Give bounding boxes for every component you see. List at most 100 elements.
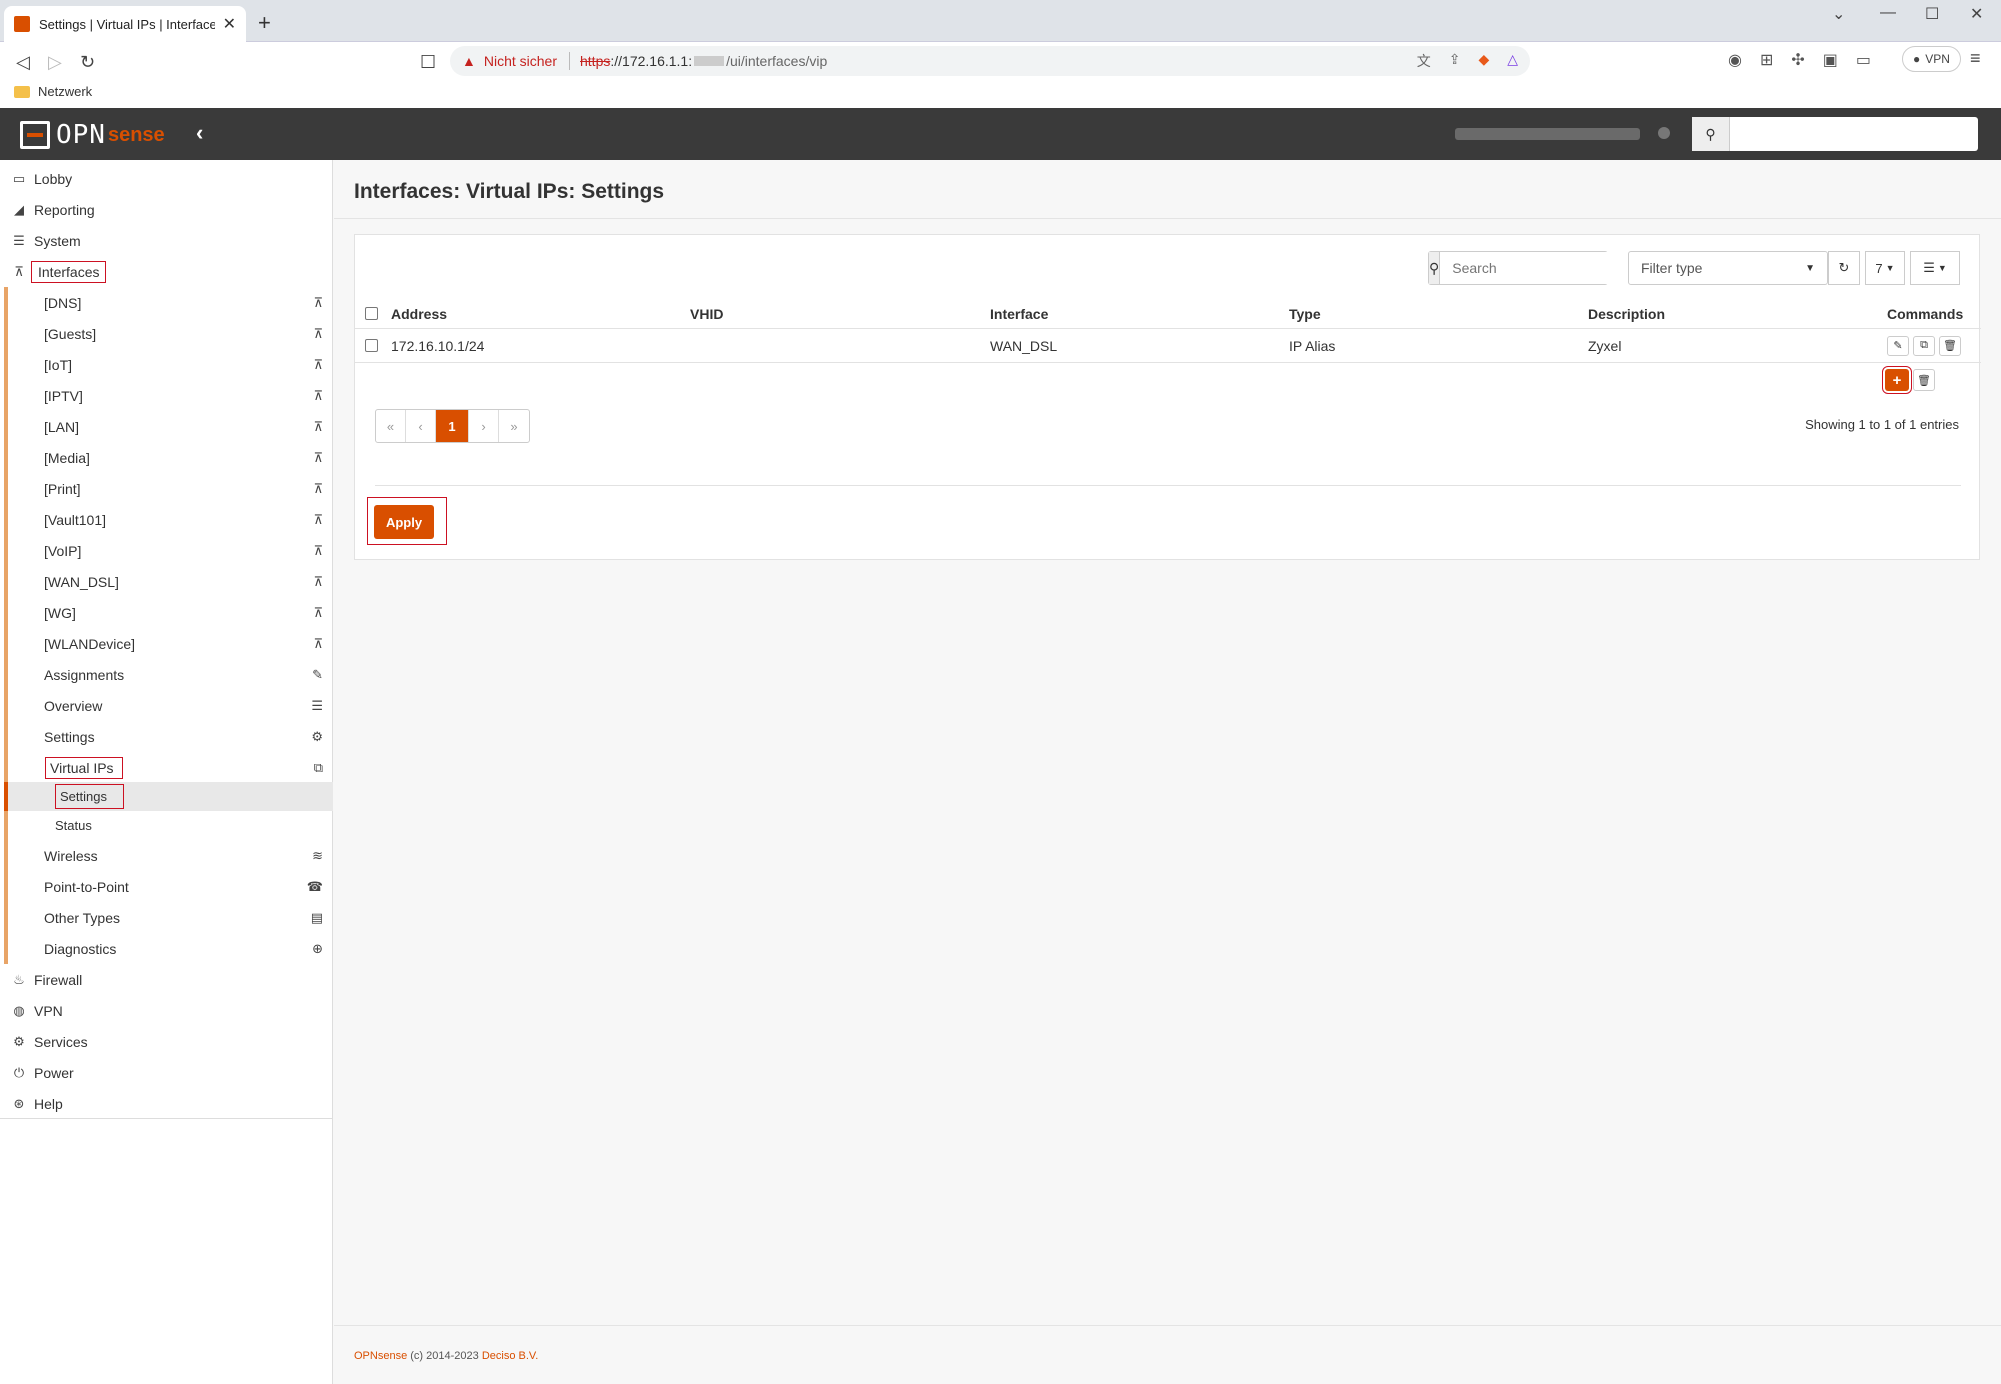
select-all-checkbox[interactable] — [365, 307, 378, 320]
sidebar-item-vip-status[interactable]: Status — [4, 811, 333, 840]
sidebar-item-help[interactable]: ⊛ Help — [0, 1088, 333, 1119]
cell-address: 172.16.10.1/24 — [391, 337, 485, 354]
plus-icon: + — [1892, 371, 1902, 389]
reload-icon[interactable]: ↻ — [80, 52, 95, 73]
wallet-icon[interactable]: ▭ — [1856, 50, 1871, 70]
refresh-button[interactable]: ↻ — [1828, 251, 1860, 285]
favicon-icon — [14, 16, 30, 32]
pager-prev[interactable]: ‹ — [406, 410, 436, 442]
sidebar-item-wlandevice[interactable]: [WLANDevice] ⊼ — [4, 628, 333, 659]
share-icon[interactable]: ⇪ — [1449, 51, 1461, 71]
sidebar-item-wg[interactable]: [WG] ⊼ — [4, 597, 333, 628]
status-dot[interactable] — [1658, 127, 1670, 139]
table-row[interactable]: 172.16.10.1/24 WAN_DSL IP Alias Zyxel ✎ … — [355, 329, 1981, 363]
bookmark-folder[interactable]: Netzwerk — [14, 84, 92, 99]
pager-first[interactable]: « — [376, 410, 406, 442]
tab-list-chevron-icon[interactable]: ⌄ — [1832, 4, 1845, 24]
sidebar-item-virtual-ips[interactable]: Virtual IPs ⧉ — [4, 752, 333, 783]
sidebar-item-reporting[interactable]: ◢ Reporting — [0, 194, 333, 225]
sidebar-item-vault101[interactable]: [Vault101] ⊼ — [4, 504, 333, 535]
pager-current[interactable]: 1 — [436, 410, 469, 442]
brave-rewards-icon[interactable]: △ — [1507, 51, 1518, 71]
clone-icon: ⧉ — [1920, 339, 1928, 351]
search-icon[interactable]: ⚲ — [1692, 117, 1730, 151]
new-tab-button[interactable]: + — [258, 10, 271, 36]
sidebar-item-iptv[interactable]: [IPTV] ⊼ — [4, 380, 333, 411]
apply-highlight: Apply — [367, 497, 447, 545]
sidebar-item-dns[interactable]: [DNS] ⊼ — [4, 287, 333, 318]
header-search[interactable]: ⚲ — [1692, 117, 1978, 151]
url-host: ://172.16.1.1: — [610, 53, 693, 69]
sidebar-item-lobby[interactable]: ▭ Lobby — [0, 163, 333, 194]
column-address[interactable]: Address — [391, 299, 447, 328]
add-button[interactable]: + — [1882, 366, 1912, 394]
sitemap-icon: ⊼ — [313, 542, 323, 558]
sidebar-item-settings[interactable]: Settings ⚙ — [4, 721, 333, 752]
sidebar-item-point-to-point[interactable]: Point-to-Point ☎ — [4, 871, 333, 902]
minimize-icon[interactable]: — — [1880, 4, 1896, 22]
sidebar-toggle-icon[interactable]: ▣ — [1823, 50, 1838, 70]
footer-company-link[interactable]: Deciso B.V. — [482, 1350, 538, 1362]
sidebar-item-guests[interactable]: [Guests] ⊼ — [4, 318, 333, 349]
vpn-button[interactable]: ● VPN — [1902, 46, 1961, 72]
filter-type-select[interactable]: Filter type ▼ — [1628, 251, 1828, 285]
browser-menu-icon[interactable]: ≡ — [1970, 48, 1981, 69]
delete-selected-button[interactable]: 🗑 — [1913, 369, 1935, 391]
sidebar-item-voip[interactable]: [VoIP] ⊼ — [4, 535, 333, 566]
sidebar-item-print[interactable]: [Print] ⊼ — [4, 473, 333, 504]
footer-brand-link[interactable]: OPNsense — [354, 1350, 407, 1362]
sidebar-item-services[interactable]: ⚙ Services — [0, 1026, 333, 1057]
browser-tab[interactable]: Settings | Virtual IPs | Interfaces | ✕ — [4, 6, 246, 42]
sidebar-label: Settings — [55, 784, 124, 809]
globe-icon: ◍ — [13, 1002, 25, 1018]
sidebar-item-assignments[interactable]: Assignments ✎ — [4, 659, 333, 690]
sidebar-item-vpn[interactable]: ◍ VPN — [0, 995, 333, 1026]
sidebar-item-media[interactable]: [Media] ⊼ — [4, 442, 333, 473]
brave-shield-icon[interactable]: ◆ — [1478, 51, 1489, 71]
area-chart-icon: ◢ — [14, 201, 24, 217]
edit-button[interactable]: ✎ — [1887, 335, 1909, 356]
columns-dropdown[interactable]: ☰ ▼ — [1910, 251, 1960, 285]
extensions-puzzle-icon[interactable]: ✣ — [1791, 50, 1804, 70]
collapse-sidebar-icon[interactable]: ‹ — [196, 120, 203, 146]
sidebar-item-interfaces[interactable]: ⊼ Interfaces — [0, 256, 333, 287]
opnsense-logo[interactable]: OPN sense — [20, 120, 165, 150]
extension-a-icon[interactable]: ◉ — [1728, 50, 1742, 70]
forward-icon[interactable]: ▷ — [48, 52, 62, 73]
sidebar-item-firewall[interactable]: ♨ Firewall — [0, 964, 333, 995]
sidebar-item-wireless[interactable]: Wireless ≋ — [4, 840, 333, 871]
address-bar[interactable]: ▲ Nicht sicher https ://172.16.1.1: /ui/… — [450, 46, 1530, 76]
clone-button[interactable]: ⧉ — [1913, 335, 1935, 356]
sidebar-item-wan-dsl[interactable]: [WAN_DSL] ⊼ — [4, 566, 333, 597]
sitemap-icon: ⊼ — [313, 635, 323, 651]
tab-close-icon[interactable]: ✕ — [223, 14, 236, 34]
row-checkbox[interactable] — [365, 339, 378, 352]
sidebar-item-other-types[interactable]: Other Types ▤ — [4, 902, 333, 933]
sidebar-item-overview[interactable]: Overview ☰ — [4, 690, 333, 721]
apply-button[interactable]: Apply — [374, 505, 434, 539]
column-type[interactable]: Type — [1289, 299, 1321, 328]
sidebar-item-system[interactable]: ☰ System — [0, 225, 333, 256]
column-interface[interactable]: Interface — [990, 299, 1048, 328]
delete-button[interactable]: 🗑 — [1939, 335, 1961, 356]
window-close-icon[interactable]: ✕ — [1970, 4, 1983, 24]
grid-search[interactable]: ⚲ — [1428, 251, 1646, 285]
sidebar-item-vip-settings[interactable]: Settings — [4, 782, 333, 811]
column-description[interactable]: Description — [1588, 299, 1665, 328]
extension-translate-icon[interactable]: ⊞ — [1760, 50, 1773, 70]
bookmark-icon[interactable]: ☐ — [420, 52, 436, 73]
row-count-dropdown[interactable]: 7 ▼ — [1865, 251, 1905, 285]
url-separator — [569, 52, 570, 70]
column-vhid[interactable]: VHID — [690, 299, 723, 328]
maximize-icon[interactable]: ☐ — [1925, 4, 1939, 24]
pager-last[interactable]: » — [499, 410, 529, 442]
sidebar-item-diagnostics[interactable]: Diagnostics ⊕ — [4, 933, 333, 964]
sidebar-item-iot[interactable]: [IoT] ⊼ — [4, 349, 333, 380]
search-input[interactable] — [1440, 252, 1646, 284]
not-secure-label[interactable]: Nicht sicher — [484, 53, 557, 69]
translate-icon[interactable]: 文 — [1417, 51, 1431, 71]
pager-next[interactable]: › — [469, 410, 499, 442]
back-icon[interactable]: ◁ — [16, 52, 30, 73]
sidebar-item-power[interactable]: ⏻ Power — [0, 1057, 333, 1088]
sidebar-item-lan[interactable]: [LAN] ⊼ — [4, 411, 333, 442]
